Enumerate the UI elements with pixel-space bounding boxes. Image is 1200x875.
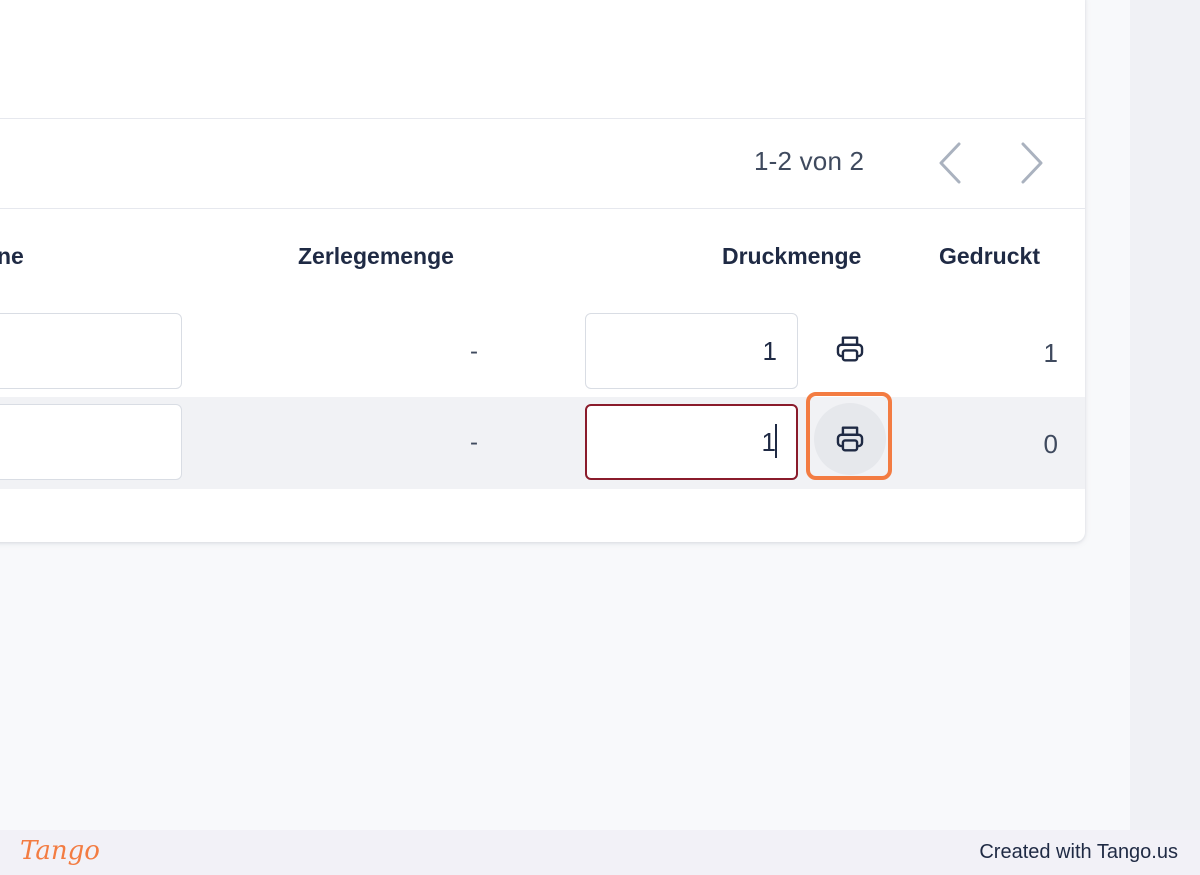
toolbar-divider — [0, 118, 1085, 119]
table-row-1-druckmenge-input[interactable] — [585, 313, 798, 389]
table-row-1-gedruckt: 1 — [1043, 338, 1058, 368]
chevron-right-icon — [1021, 142, 1043, 184]
text-caret — [775, 424, 777, 458]
column-header-druckmenge[interactable]: Druckmenge — [722, 243, 861, 270]
column-header-partial: ne — [0, 243, 24, 269]
step-highlight-frame — [806, 392, 892, 480]
table-row-2-partial-input[interactable] — [0, 404, 182, 480]
table-row-1-zerlegemenge: - — [470, 338, 478, 365]
table-row-2-zerlegemenge: - — [470, 429, 478, 456]
viewport: 1-2 von 2 ne Zerlegemenge Druckmenge Ged… — [0, 0, 1200, 875]
previous-page-button[interactable] — [928, 138, 972, 188]
column-header-gedruckt[interactable]: Gedruckt — [939, 243, 1040, 270]
printer-icon — [836, 336, 864, 362]
footer-credit: Created with Tango.us — [979, 841, 1178, 863]
scroll-gutter — [1130, 0, 1200, 830]
pagination-range: 1-2 von 2 — [754, 146, 865, 176]
column-header-zerlegemenge[interactable]: Zerlegemenge — [298, 243, 454, 270]
table-row-2-druckmenge-input[interactable] — [585, 404, 798, 480]
tango-footer: Tango Created with Tango.us — [0, 830, 1200, 875]
table-row-1-partial-input[interactable] — [0, 313, 182, 389]
tango-logo: Tango — [20, 836, 100, 866]
next-page-button[interactable] — [1010, 138, 1054, 188]
table-row-2-gedruckt: 0 — [1043, 429, 1058, 459]
header-divider — [0, 208, 1085, 209]
chevron-left-icon — [939, 142, 961, 184]
table-row-1-print-button[interactable] — [814, 313, 886, 385]
